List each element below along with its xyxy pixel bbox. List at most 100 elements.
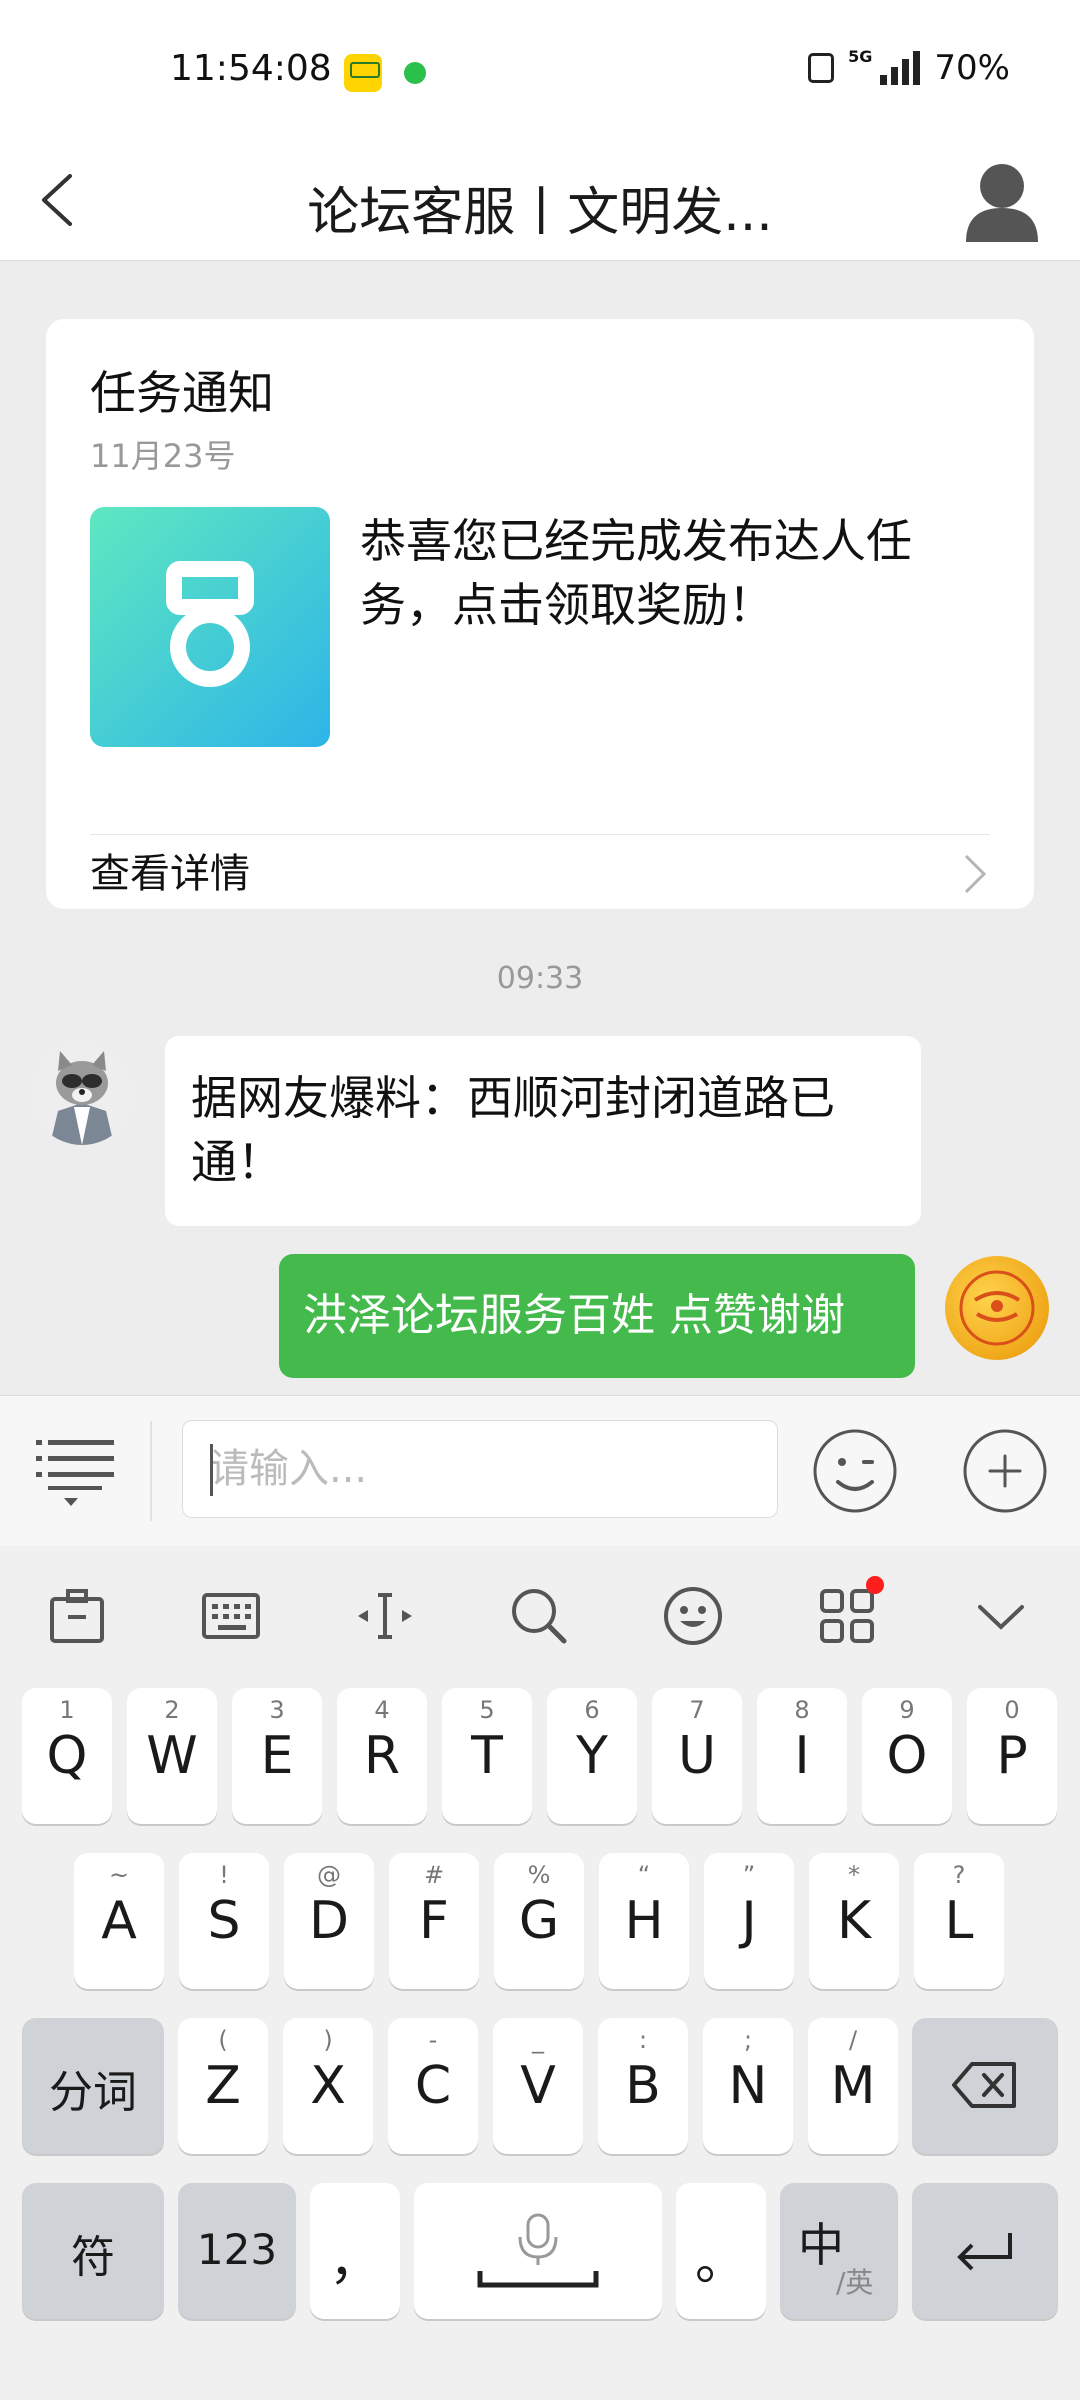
key-u[interactable]: 7U bbox=[652, 1688, 742, 1824]
card-message: 恭喜您已经完成发布达人任务，点击领取奖励！ bbox=[360, 514, 912, 632]
key-n[interactable]: ; N bbox=[703, 2018, 793, 2154]
chat-header: 论坛客服丨文明发... bbox=[0, 140, 1080, 261]
page-title: 论坛客服丨文明发... bbox=[307, 183, 773, 243]
message-input[interactable] bbox=[182, 1420, 778, 1518]
chevron-right-icon bbox=[964, 854, 987, 894]
key-j[interactable]: ” J bbox=[704, 1853, 794, 1989]
key-label: E bbox=[260, 1726, 294, 1786]
key-hint: ” bbox=[742, 1861, 756, 1889]
key-label: P bbox=[996, 1726, 1028, 1786]
status-bar: 11:54:08 5G 70% bbox=[0, 0, 1080, 140]
key-i[interactable]: 8I bbox=[757, 1688, 847, 1824]
key-m[interactable]: / M bbox=[808, 2018, 898, 2154]
comma-key[interactable]: ， bbox=[310, 2183, 400, 2319]
key-h[interactable]: “H bbox=[599, 1853, 689, 1989]
key-label: Z bbox=[205, 2056, 241, 2116]
key-b[interactable]: :B bbox=[598, 2018, 688, 2154]
key-hint: 4 bbox=[374, 1696, 390, 1724]
message-text: 据网友爆料：西顺河封闭道路已通！ bbox=[191, 1071, 835, 1189]
search-icon[interactable] bbox=[506, 1583, 572, 1649]
key-hint: : bbox=[638, 2026, 648, 2054]
view-details-link[interactable]: 查看详情 bbox=[90, 839, 250, 909]
key-r[interactable]: 4R bbox=[337, 1688, 427, 1824]
outgoing-message-bubble[interactable]: 洪泽论坛服务百姓 点赞谢谢 bbox=[279, 1254, 915, 1378]
key-hint: 8 bbox=[794, 1696, 810, 1724]
key-hint: * bbox=[848, 1861, 860, 1889]
clipboard-icon[interactable] bbox=[44, 1583, 110, 1649]
key-t[interactable]: 5T bbox=[442, 1688, 532, 1824]
key-y[interactable]: 6Y bbox=[547, 1688, 637, 1824]
keyboard-icon[interactable] bbox=[198, 1583, 264, 1649]
key-label: I bbox=[794, 1726, 810, 1786]
key-hint: % bbox=[527, 1861, 551, 1889]
language-switch-key[interactable]: 中 /英 bbox=[780, 2183, 898, 2319]
key-hint: 7 bbox=[689, 1696, 705, 1724]
space-key[interactable] bbox=[414, 2183, 662, 2319]
key-c[interactable]: -C bbox=[388, 2018, 478, 2154]
battery-level: 70% bbox=[934, 48, 1010, 88]
raccoon-avatar-icon bbox=[30, 1041, 134, 1145]
notification-card[interactable]: 任务通知 11月23号 恭喜您已经完成发布达人任务，点击领取奖励！ 查看详情 bbox=[46, 319, 1034, 909]
backspace-icon bbox=[952, 2062, 1016, 2108]
key-p[interactable]: 0P bbox=[967, 1688, 1057, 1824]
key-label: M bbox=[830, 2056, 876, 2116]
key-q[interactable]: 1Q bbox=[22, 1688, 112, 1824]
key-label: S bbox=[207, 1891, 241, 1951]
key-x[interactable]: ) X bbox=[283, 2018, 373, 2154]
symbol-key[interactable]: 符 bbox=[22, 2183, 164, 2319]
vibrate-icon bbox=[808, 53, 835, 83]
key-z[interactable]: (Z bbox=[178, 2018, 268, 2154]
emoji-button-icon[interactable] bbox=[810, 1426, 900, 1516]
key-hint: # bbox=[423, 1861, 445, 1889]
key-label: Y bbox=[576, 1726, 608, 1786]
card-date: 11月23号 bbox=[90, 437, 236, 475]
key-hint: ; bbox=[743, 2026, 753, 2054]
segment-key[interactable]: 分词 bbox=[22, 2018, 164, 2154]
network-type: 5G bbox=[848, 46, 873, 66]
number-key[interactable]: 123 bbox=[178, 2183, 296, 2319]
key-hint: ~ bbox=[108, 1861, 130, 1889]
enter-key[interactable] bbox=[912, 2183, 1058, 2319]
key-g[interactable]: % G bbox=[494, 1853, 584, 1989]
key-label: R bbox=[363, 1726, 401, 1786]
key-label: H bbox=[624, 1891, 664, 1951]
my-avatar[interactable] bbox=[945, 1256, 1049, 1360]
key-l[interactable]: ? L bbox=[914, 1853, 1004, 1989]
incoming-message-bubble[interactable]: 据网友爆料：西顺河封闭道路已通！ bbox=[165, 1036, 921, 1226]
divider bbox=[90, 834, 990, 835]
key-hint: 3 bbox=[269, 1696, 285, 1724]
menu-list-icon[interactable] bbox=[30, 1426, 120, 1516]
text-caret bbox=[210, 1444, 213, 1496]
key-hint: 9 bbox=[899, 1696, 915, 1724]
key-v[interactable]: _ V bbox=[493, 2018, 583, 2154]
status-indicators: 5G 70% bbox=[808, 46, 1010, 88]
key-hint: _ bbox=[532, 2026, 544, 2054]
key-hint: 2 bbox=[164, 1696, 180, 1724]
status-time: 11:54:08 bbox=[170, 48, 332, 89]
key-e[interactable]: 3E bbox=[232, 1688, 322, 1824]
key-k[interactable]: * K bbox=[809, 1853, 899, 1989]
key-label: Q bbox=[46, 1726, 88, 1786]
key-label: D bbox=[308, 1891, 350, 1951]
avatar[interactable] bbox=[30, 1041, 134, 1145]
key-f[interactable]: # F bbox=[389, 1853, 479, 1989]
key-d[interactable]: @ D bbox=[284, 1853, 374, 1989]
key-hint: 0 bbox=[1004, 1696, 1020, 1724]
card-title: 任务通知 bbox=[90, 366, 274, 420]
key-w[interactable]: 2W bbox=[127, 1688, 217, 1824]
plus-button-icon[interactable] bbox=[960, 1426, 1050, 1516]
back-icon[interactable] bbox=[30, 170, 90, 230]
microphone-icon bbox=[477, 2213, 599, 2288]
key-s[interactable]: ! S bbox=[179, 1853, 269, 1989]
key-a[interactable]: ~ A bbox=[74, 1853, 164, 1989]
key-hint: “ bbox=[637, 1861, 651, 1889]
chevron-down-icon[interactable] bbox=[968, 1583, 1034, 1649]
profile-icon[interactable] bbox=[962, 158, 1042, 242]
period-key[interactable]: 。 bbox=[676, 2183, 766, 2319]
key-hint: ? bbox=[952, 1861, 966, 1889]
key-label: C bbox=[414, 2056, 452, 2116]
backspace-key[interactable] bbox=[912, 2018, 1058, 2154]
cursor-move-icon[interactable] bbox=[352, 1583, 418, 1649]
key-o[interactable]: 9O bbox=[862, 1688, 952, 1824]
emoji-icon[interactable] bbox=[660, 1583, 726, 1649]
